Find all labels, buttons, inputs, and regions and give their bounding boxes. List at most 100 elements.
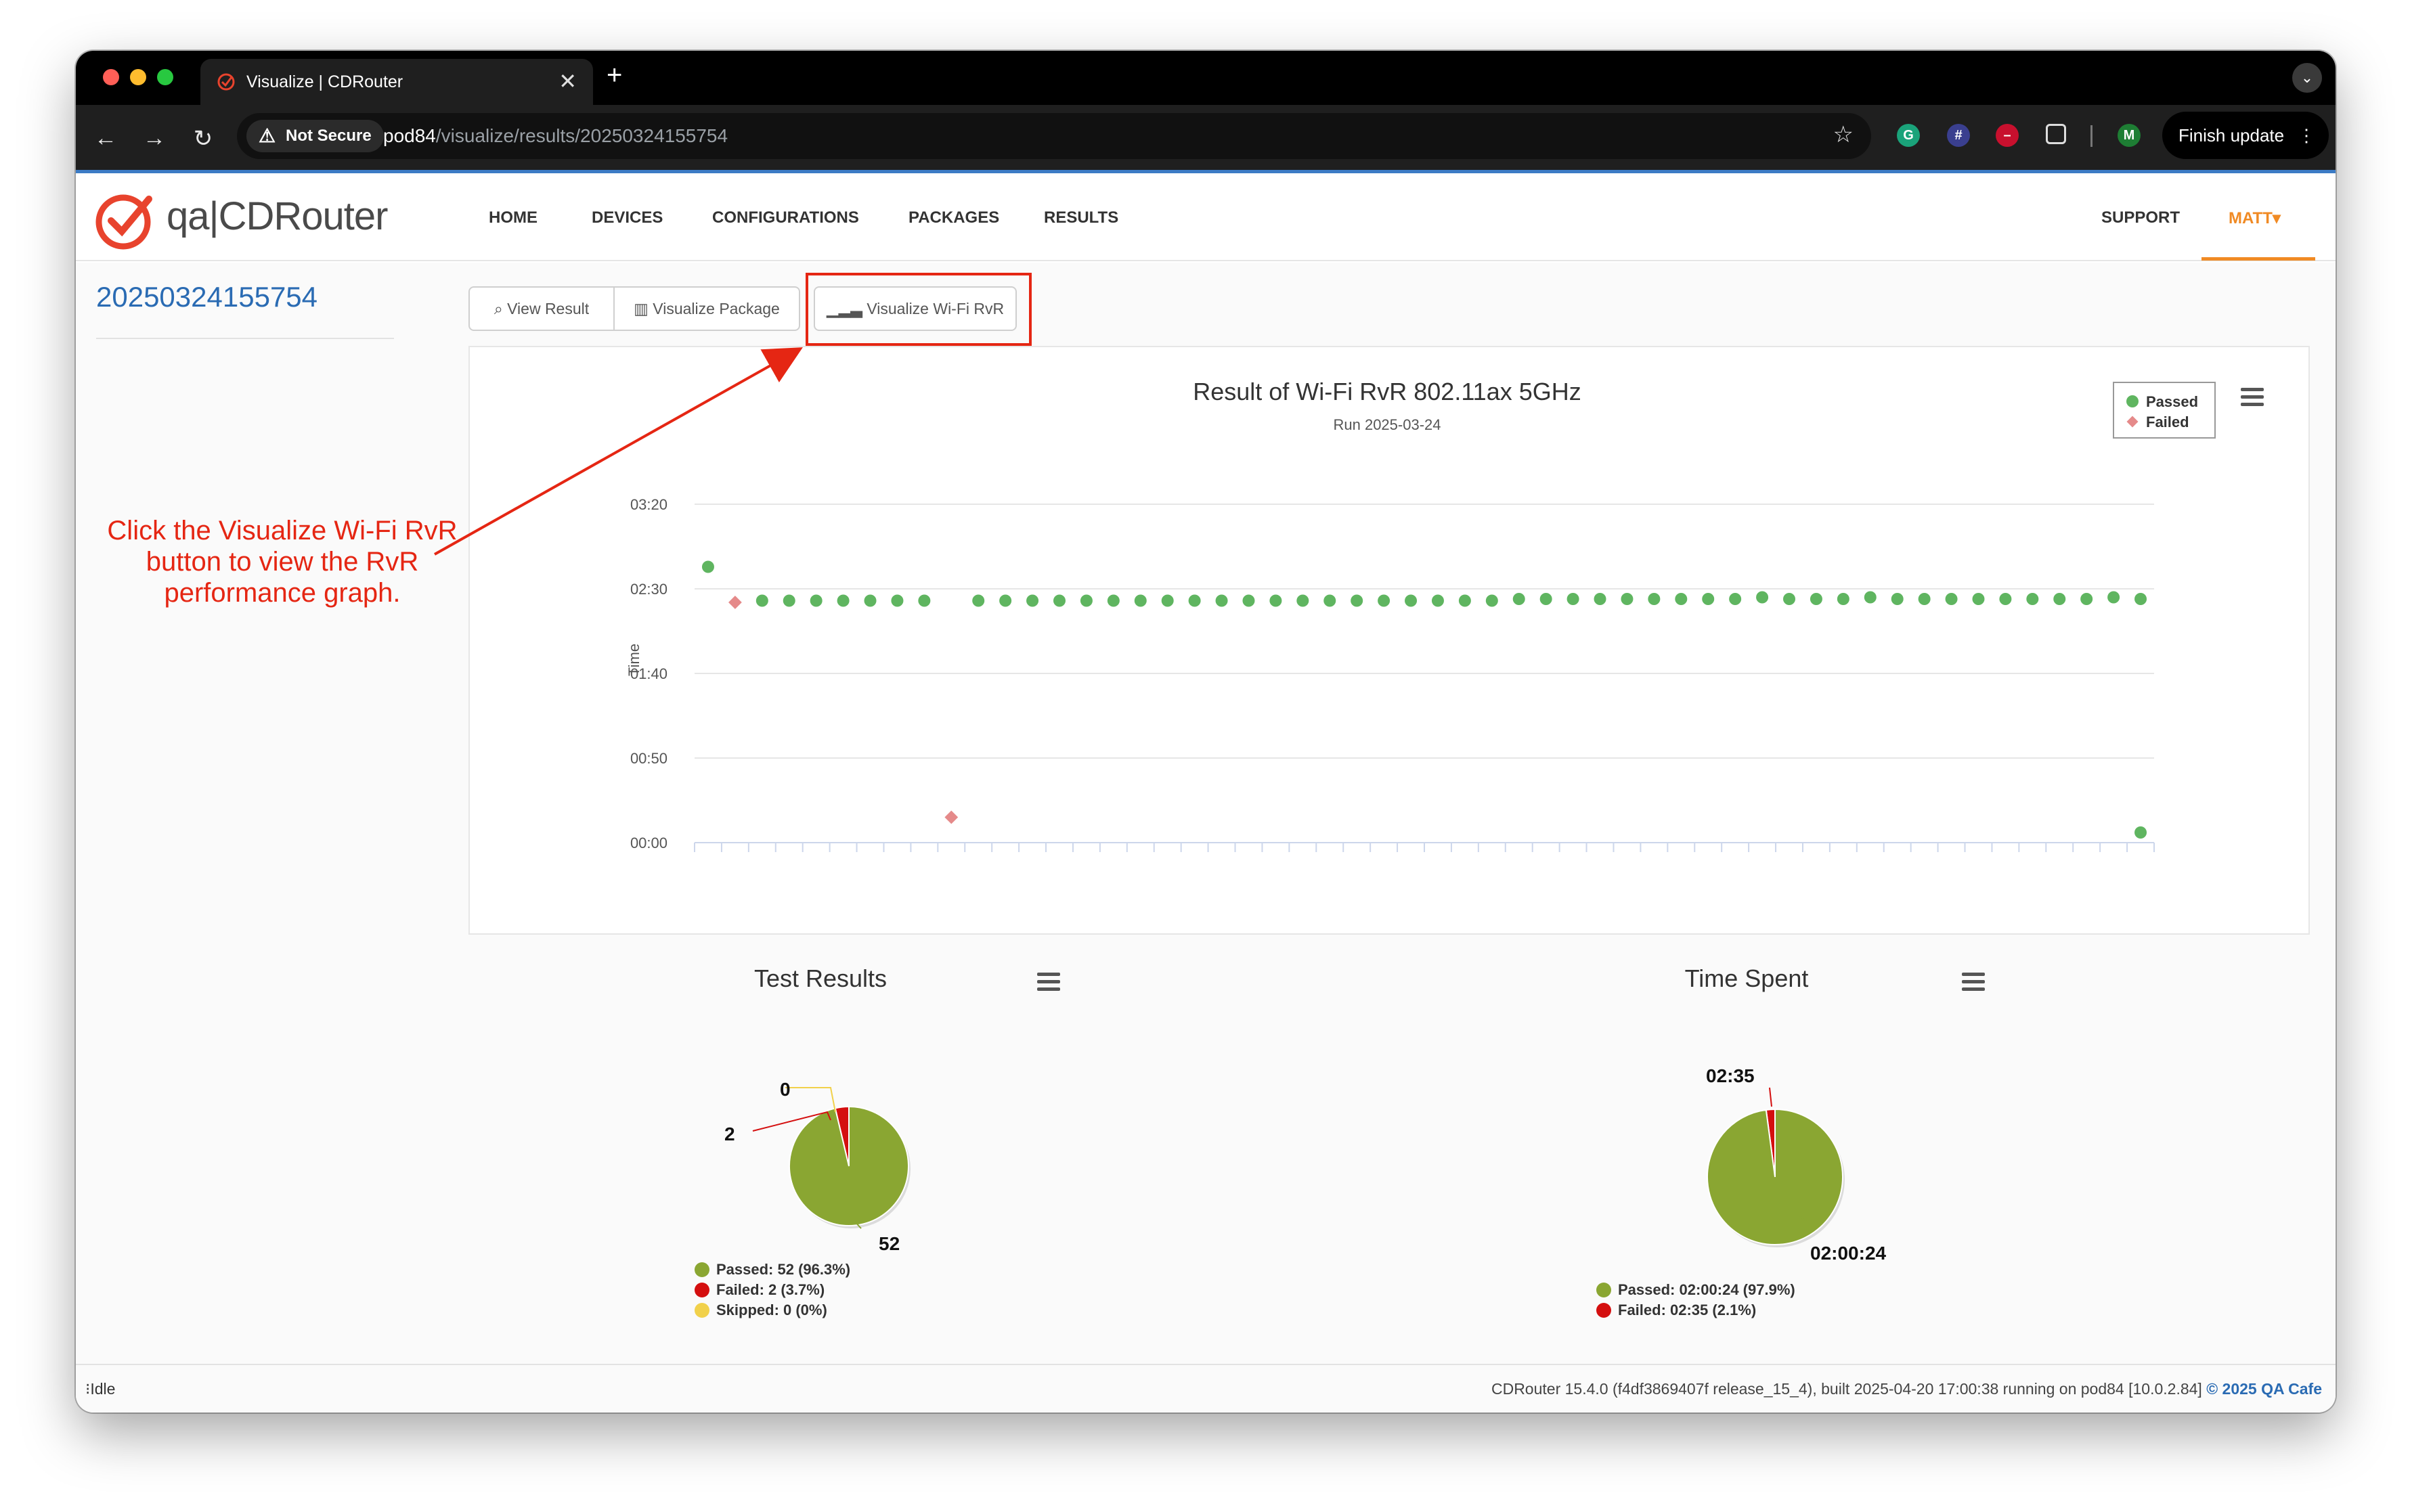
failed-point[interactable] [728, 596, 742, 609]
failed-point[interactable] [944, 810, 959, 824]
passed-point[interactable] [864, 594, 877, 607]
time-spent-legend-passed[interactable]: Passed: 02:00:24 (97.9%) [1596, 1281, 1795, 1299]
passed-point[interactable] [1269, 594, 1282, 607]
passed-point[interactable] [891, 594, 904, 607]
extension-icon[interactable]: # [1947, 124, 1970, 147]
passed-point[interactable] [1134, 594, 1147, 607]
passed-point[interactable] [918, 594, 931, 607]
passed-point[interactable] [1648, 593, 1661, 605]
nav-packages[interactable]: PACKAGES [908, 208, 999, 227]
passed-point[interactable] [1918, 593, 1931, 605]
grammarly-extension-icon[interactable]: G [1897, 124, 1920, 147]
qa-cafe-logo-icon[interactable] [93, 190, 156, 252]
passed-point[interactable] [1566, 593, 1579, 605]
reload-icon[interactable]: ↻ [190, 125, 217, 152]
close-window-button[interactable] [103, 69, 119, 85]
passed-point[interactable] [972, 594, 985, 607]
passed-point[interactable] [2134, 593, 2147, 605]
maximize-window-button[interactable] [157, 69, 173, 85]
passed-point[interactable] [1026, 594, 1039, 607]
profile-avatar[interactable]: M [2118, 124, 2141, 147]
passed-point[interactable] [1378, 594, 1390, 607]
passed-point[interactable] [1296, 594, 1309, 607]
nav-support[interactable]: SUPPORT [2101, 208, 2180, 227]
passed-point[interactable] [2134, 826, 2147, 839]
passed-point[interactable] [1188, 594, 1201, 607]
browser-tab[interactable]: Visualize | CDRouter ✕ [200, 59, 593, 105]
test-results-legend-skipped[interactable]: Skipped: 0 (0%) [695, 1302, 827, 1319]
nav-results[interactable]: RESULTS [1044, 208, 1118, 227]
passed-point[interactable] [1351, 594, 1363, 607]
visualize-package-button[interactable]: ▥ Visualize Package [613, 286, 800, 331]
copyright-link[interactable]: © 2025 QA Cafe [2206, 1380, 2322, 1398]
passed-point[interactable] [1458, 594, 1471, 607]
security-chip[interactable]: ⚠ Not Secure [246, 120, 384, 152]
passed-point[interactable] [810, 594, 823, 607]
passed-point[interactable] [1972, 593, 1985, 605]
passed-point[interactable] [1702, 593, 1715, 605]
passed-point[interactable] [1729, 593, 1742, 605]
time-spent-menu-icon[interactable] [1962, 973, 1985, 995]
passed-point[interactable] [1945, 593, 1958, 605]
blocker-extension-icon[interactable]: – [1996, 124, 2019, 147]
passed-point[interactable] [2080, 593, 2093, 605]
passed-point[interactable] [1323, 594, 1336, 607]
finish-update-button[interactable]: Finish update ⋮ [2162, 112, 2329, 159]
chart-menu-icon[interactable] [2241, 388, 2264, 410]
passed-point[interactable] [999, 594, 1012, 607]
passed-point[interactable] [1837, 593, 1849, 605]
passed-point[interactable] [2053, 593, 2066, 605]
forward-arrow-icon[interactable]: → [141, 125, 168, 152]
passed-point[interactable] [1485, 594, 1498, 607]
passed-point[interactable] [755, 594, 768, 607]
passed-point[interactable] [1891, 593, 1904, 605]
view-result-button[interactable]: ⌕ View Result [468, 286, 615, 331]
test-results-menu-icon[interactable] [1037, 973, 1060, 995]
nav-configurations[interactable]: CONFIGURATIONS [712, 208, 859, 227]
passed-point[interactable] [701, 560, 714, 573]
logo-text[interactable]: qa|CDRouter [167, 194, 388, 239]
passed-point[interactable] [1405, 594, 1418, 607]
passed-point[interactable] [783, 594, 795, 607]
back-arrow-icon[interactable]: ← [92, 125, 119, 152]
passed-point[interactable] [1810, 593, 1822, 605]
passed-point[interactable] [1783, 593, 1795, 605]
address-bar[interactable]: ⚠ Not Secure pod84/visualize/results/202… [237, 113, 1871, 159]
run-id-heading[interactable]: 20250324155754 [96, 281, 317, 313]
passed-point[interactable] [1864, 591, 1877, 604]
passed-point[interactable] [2107, 591, 2120, 604]
passed-point[interactable] [1999, 593, 2012, 605]
new-tab-button[interactable]: + [607, 60, 622, 91]
passed-point[interactable] [1161, 594, 1174, 607]
extensions-puzzle-icon[interactable] [2046, 124, 2066, 144]
passed-point[interactable] [1053, 594, 1066, 607]
passed-point[interactable] [1512, 593, 1525, 605]
test-results-legend-passed[interactable]: Passed: 52 (96.3%) [695, 1261, 850, 1278]
passed-point[interactable] [1539, 593, 1552, 605]
passed-point[interactable] [1621, 593, 1634, 605]
pie-slice-passed[interactable] [1707, 1108, 1843, 1245]
nav-devices[interactable]: DEVICES [592, 208, 663, 227]
time-spent-legend-failed[interactable]: Failed: 02:35 (2.1%) [1596, 1302, 1756, 1319]
test-results-legend-failed[interactable]: Failed: 2 (3.7%) [695, 1281, 825, 1299]
passed-point[interactable] [1242, 594, 1255, 607]
minimize-window-button[interactable] [130, 69, 146, 85]
passed-point[interactable] [2026, 593, 2039, 605]
passed-point[interactable] [1675, 593, 1688, 605]
passed-point[interactable] [1756, 591, 1769, 604]
passed-point[interactable] [837, 594, 850, 607]
url-text[interactable]: pod84/visualize/results/20250324155754 [383, 125, 728, 147]
legend-failed-label[interactable]: Failed [2146, 414, 2189, 430]
passed-point[interactable] [1080, 594, 1093, 607]
passed-point[interactable] [1594, 593, 1606, 605]
user-menu[interactable]: MATT▾ [2229, 208, 2281, 228]
legend-passed-label[interactable]: Passed [2146, 393, 2198, 410]
bookmark-star-icon[interactable]: ☆ [1833, 121, 1854, 148]
tab-search-chevron-icon[interactable]: ⌄ [2292, 63, 2322, 93]
passed-point[interactable] [1431, 594, 1444, 607]
nav-home[interactable]: HOME [489, 208, 538, 227]
passed-point[interactable] [1107, 594, 1120, 607]
pie-slice-passed[interactable] [789, 1105, 909, 1226]
tab-close-icon[interactable]: ✕ [558, 68, 577, 94]
passed-point[interactable] [1215, 594, 1228, 607]
